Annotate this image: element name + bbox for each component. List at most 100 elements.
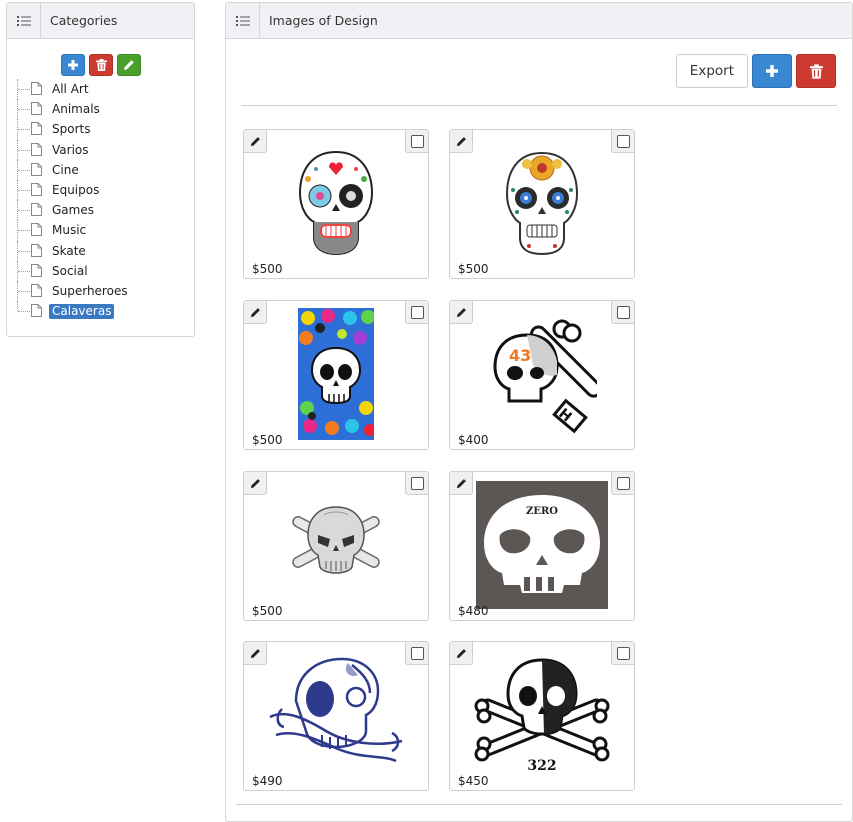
image-price: $500 — [252, 604, 283, 618]
trash-icon — [95, 59, 107, 71]
image-actions: Export — [675, 54, 836, 88]
select-image-checkbox[interactable] — [611, 642, 634, 665]
image-card[interactable]: 322 $450 — [449, 641, 635, 791]
select-image-checkbox[interactable] — [405, 642, 428, 665]
image-price: $500 — [252, 433, 283, 447]
image-price: $500 — [252, 262, 283, 276]
file-icon — [31, 263, 42, 277]
image-card[interactable]: $490 — [243, 641, 429, 791]
image-card[interactable]: $500 — [449, 129, 635, 279]
edit-image-button[interactable] — [450, 130, 473, 153]
tree-item-label[interactable]: Skate — [49, 244, 89, 259]
pencil-icon — [456, 478, 466, 488]
delete-category-button[interactable] — [89, 54, 113, 76]
divider — [236, 804, 842, 805]
tree-item-label[interactable]: Cine — [49, 163, 82, 178]
tree-item-label[interactable]: Games — [49, 203, 97, 218]
image-price: $450 — [458, 774, 489, 788]
pencil-icon — [250, 478, 260, 488]
tree-item-label[interactable]: Calaveras — [49, 304, 115, 320]
trash-icon — [809, 63, 823, 79]
file-icon — [31, 142, 42, 156]
image-price: $500 — [458, 262, 489, 276]
checkbox-box[interactable] — [616, 134, 630, 148]
checkbox-box[interactable] — [616, 646, 630, 660]
design-image: ZERO — [450, 481, 634, 609]
checkbox-box[interactable] — [410, 646, 424, 660]
design-image — [244, 308, 428, 440]
file-icon — [31, 162, 42, 176]
edit-image-button[interactable] — [244, 301, 267, 324]
design-image: 322 — [450, 658, 634, 774]
tree-item-label[interactable]: Music — [49, 223, 89, 238]
select-image-checkbox[interactable] — [611, 472, 634, 495]
select-image-checkbox[interactable] — [611, 301, 634, 324]
tree-item-label[interactable]: Superheroes — [49, 284, 131, 299]
pencil-icon — [250, 648, 260, 658]
categories-header: Categories — [7, 3, 194, 39]
edit-image-button[interactable] — [450, 472, 473, 495]
images-title: Images of Design — [269, 13, 378, 28]
pencil-icon — [124, 60, 134, 70]
design-image: 43 H — [450, 319, 634, 433]
checkbox-box[interactable] — [616, 476, 630, 490]
export-button[interactable]: Export — [675, 54, 748, 88]
checkbox-box[interactable] — [410, 476, 424, 490]
image-price: $490 — [252, 774, 283, 788]
pencil-icon — [250, 307, 260, 317]
tree-item-label[interactable]: Varios — [49, 143, 92, 158]
file-icon — [31, 102, 42, 116]
file-icon — [31, 243, 42, 257]
delete-image-button[interactable] — [796, 54, 836, 88]
select-image-checkbox[interactable] — [405, 301, 428, 324]
select-image-checkbox[interactable] — [611, 130, 634, 153]
plus-icon — [766, 65, 778, 77]
categories-title: Categories — [50, 13, 118, 28]
edit-image-button[interactable] — [244, 642, 267, 665]
file-icon — [31, 223, 42, 237]
file-icon — [31, 182, 42, 196]
design-image — [450, 148, 634, 258]
tree-item-label[interactable]: Equipos — [49, 183, 102, 198]
list-icon — [7, 3, 41, 38]
tree-item-label[interactable]: Social — [49, 264, 91, 279]
edit-image-button[interactable] — [450, 301, 473, 324]
list-icon — [226, 3, 260, 38]
select-image-checkbox[interactable] — [405, 130, 428, 153]
images-header: Images of Design — [226, 3, 852, 39]
tree-item-label[interactable]: Sports — [49, 122, 93, 137]
select-image-checkbox[interactable] — [405, 472, 428, 495]
image-card[interactable]: $500 — [243, 300, 429, 450]
checkbox-box[interactable] — [410, 134, 424, 148]
image-card[interactable]: ZERO $480 — [449, 471, 635, 621]
tree-item-label[interactable]: All Art — [49, 82, 92, 97]
file-icon — [31, 203, 42, 217]
edit-category-button[interactable] — [117, 54, 141, 76]
image-card[interactable]: 43 H $400 — [449, 300, 635, 450]
edit-image-button[interactable] — [244, 130, 267, 153]
divider — [241, 105, 837, 106]
add-image-button[interactable] — [752, 54, 792, 88]
image-card[interactable]: $500 — [243, 471, 429, 621]
add-category-button[interactable] — [61, 54, 85, 76]
tree-item-label[interactable]: Animals — [49, 102, 103, 117]
file-icon — [31, 283, 42, 297]
categories-panel: Categories All Art Animals Sports Varios Cin… — [6, 2, 195, 337]
checkbox-box[interactable] — [410, 305, 424, 319]
art-text-43: 43 — [509, 346, 531, 365]
category-toolbar — [61, 54, 141, 76]
pencil-icon — [456, 307, 466, 317]
edit-image-button[interactable] — [450, 642, 473, 665]
plus-icon — [68, 60, 78, 70]
design-image — [244, 657, 428, 770]
image-card[interactable]: $500 — [243, 129, 429, 279]
images-panel: Images of Design Export $500 $500 $500 4… — [225, 2, 853, 822]
design-image — [244, 490, 428, 600]
checkbox-box[interactable] — [616, 305, 630, 319]
edit-image-button[interactable] — [244, 472, 267, 495]
pencil-icon — [456, 136, 466, 146]
art-text-zero: ZERO — [526, 506, 558, 517]
file-icon — [31, 122, 42, 136]
art-text-322: 322 — [527, 758, 556, 774]
image-price: $400 — [458, 433, 489, 447]
